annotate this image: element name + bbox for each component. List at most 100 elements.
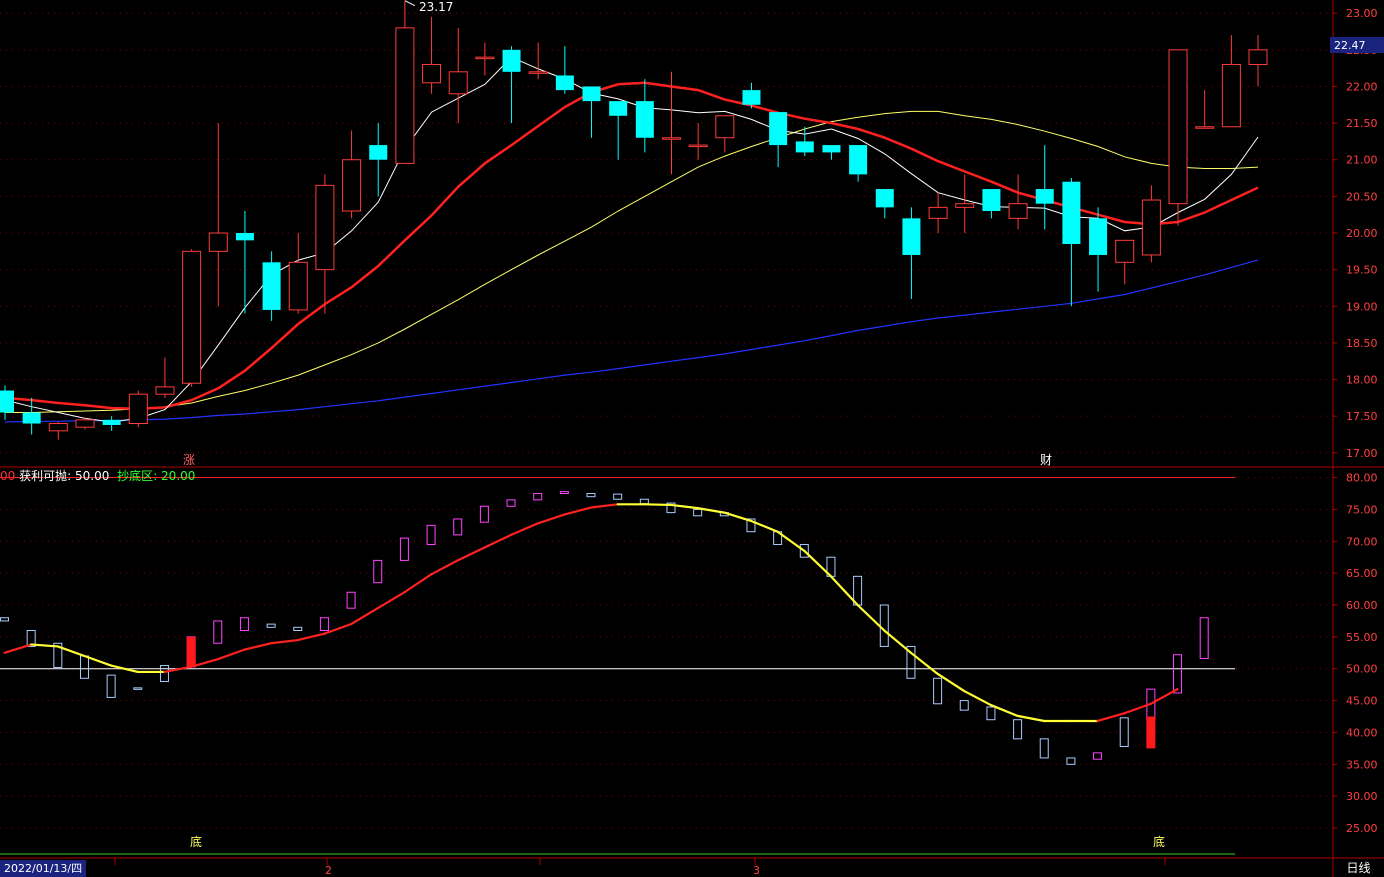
candle-body: [475, 56, 495, 60]
candle-body: [982, 189, 1001, 212]
indicator-tick-label: 60.00: [1346, 599, 1378, 612]
candle-body: [448, 71, 468, 95]
candle-body: [502, 49, 521, 72]
indicator-panel: [0, 477, 1235, 855]
candle-body: [1008, 203, 1028, 219]
candle-body: [582, 86, 601, 102]
grid-lines: [0, 12, 1333, 829]
signal-curve-segment: [536, 513, 566, 525]
indicator-box: [239, 617, 249, 631]
indicator-tick-label: 55.00: [1346, 631, 1378, 644]
candle-body: [715, 115, 735, 139]
indicator-box: [559, 491, 569, 494]
candle-body: [875, 189, 894, 208]
candle-body: [102, 419, 121, 425]
indicator-box: [453, 518, 463, 536]
candle-body: [0, 390, 14, 413]
indicator-box: [426, 524, 436, 545]
signal-curve-segment: [296, 632, 326, 642]
indicator-tick-label: 50.00: [1346, 663, 1378, 676]
candle-body: [288, 261, 308, 311]
candle-body: [422, 63, 442, 84]
signal-curve-segment: [563, 506, 593, 516]
month-tick-2: 2: [325, 864, 332, 877]
signal-curve-segment: [270, 638, 299, 645]
price-tick-label: 19.00: [1346, 300, 1378, 313]
candle-body: [369, 145, 388, 160]
signal-curve-segment: [349, 607, 379, 626]
price-tick-label: 21.50: [1346, 117, 1378, 130]
period-tab[interactable]: 日线: [1333, 860, 1384, 877]
current-price-tag: 22.47: [1330, 37, 1384, 53]
indicator-box: [1066, 757, 1076, 765]
candle-body: [955, 203, 975, 208]
indicator-box: [1119, 717, 1129, 747]
candle-body: [1089, 218, 1108, 255]
indicator-tick-label: 65.00: [1346, 567, 1378, 580]
di-marker-2: 底: [1153, 834, 1165, 849]
month-tick-3: 3: [753, 864, 760, 877]
candle-body: [662, 137, 681, 140]
indicator-box: [133, 687, 143, 690]
indicator-box: [639, 498, 649, 505]
indicator-tick-label: 75.00: [1346, 503, 1378, 516]
indicator-box: [319, 617, 329, 631]
bottom-value: 20.00: [161, 469, 196, 483]
candle-body: [635, 101, 654, 138]
candle-body: [395, 27, 415, 164]
indicator-tick-label: 45.00: [1346, 695, 1378, 708]
candle-body: [1248, 49, 1268, 65]
chart-labels: 23.17 涨 财 底 底 2 3: [183, 0, 1165, 877]
peak-pointer: [404, 0, 416, 7]
candle-body: [928, 206, 948, 219]
signal-curve-segment: [429, 559, 459, 576]
signal-curve-segment: [723, 511, 753, 522]
indicator-box: [933, 677, 943, 705]
stock-chart[interactable]: 17.00 17.50 18.00 18.50 19.00 19.50 20.00 20.50…: [0, 0, 1384, 877]
indicator-box: [879, 604, 889, 647]
indicator-box: [479, 505, 489, 523]
signal-curve-segment: [403, 573, 433, 594]
profit-value: 50.00: [74, 469, 110, 483]
candle-body: [902, 218, 921, 255]
price-tick-label: 21.00: [1346, 154, 1378, 167]
signal-curve-segment: [3, 643, 33, 654]
candle-body: [528, 71, 548, 74]
candle-body: [822, 145, 841, 153]
current-price-label: 22.47: [1334, 39, 1366, 52]
signal-curve-segment: [216, 648, 246, 661]
candle-body: [262, 262, 281, 310]
price-tick-label: 17.50: [1346, 410, 1378, 423]
candle-body: [849, 145, 868, 175]
indicator-box: [1039, 738, 1049, 759]
signal-bar: [1146, 716, 1156, 749]
indicator-tick-label: 80.00: [1346, 472, 1378, 485]
candle-body: [609, 101, 628, 116]
price-tick-label: 17.00: [1346, 447, 1378, 460]
zhang-marker: 涨: [183, 452, 195, 467]
date-label: 2022/01/13/四: [0, 860, 87, 877]
price-tick-label: 20.00: [1346, 227, 1378, 240]
signal-curve-segment: [509, 522, 539, 537]
signal-curve-segment: [643, 503, 673, 507]
candle-body: [1062, 181, 1081, 244]
signal-curve-segment: [483, 533, 513, 549]
price-tick-label: 20.50: [1346, 190, 1378, 203]
indicator-box: [373, 559, 383, 584]
candle-body: [235, 233, 254, 241]
indicator-box: [79, 655, 89, 679]
candle-body: [22, 412, 41, 424]
candle-body: [342, 159, 362, 212]
indicator-box: [293, 626, 303, 631]
di-marker-1: 底: [190, 834, 202, 849]
signal-curve-segment: [456, 546, 486, 562]
candle-body: [1115, 239, 1135, 263]
indicator-tick-label: 30.00: [1346, 790, 1378, 803]
candlesticks: [0, 0, 1268, 440]
price-tick-label: 23.00: [1346, 7, 1378, 20]
indicator-box: [346, 591, 356, 609]
candle-body: [315, 184, 335, 271]
price-tick-label: 19.50: [1346, 264, 1378, 277]
indicator-box: [959, 700, 969, 711]
candle-body: [769, 112, 788, 146]
